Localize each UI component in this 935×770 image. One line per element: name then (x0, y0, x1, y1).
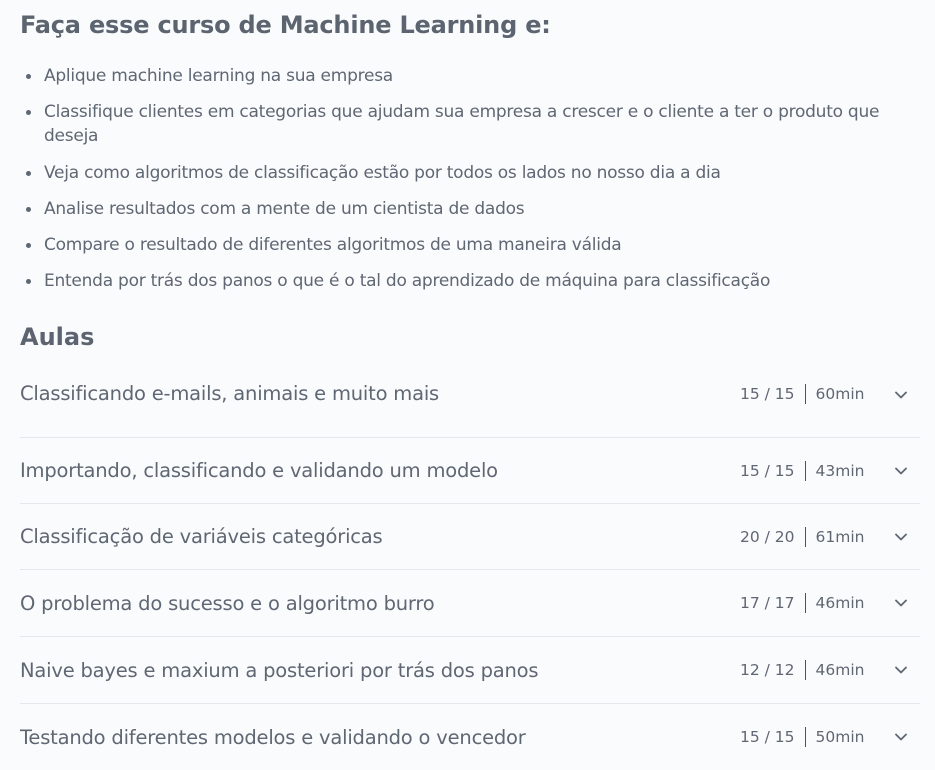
lesson-meta: 15 / 15 43min (740, 460, 865, 481)
chevron-down-icon[interactable] (894, 464, 908, 478)
chevron-down-icon[interactable] (894, 730, 908, 744)
meta-separator (804, 727, 806, 747)
benefit-item: Compare o resultado de diferentes algori… (24, 233, 894, 257)
chevron-down-icon[interactable] (894, 663, 908, 677)
lesson-duration: 61min (815, 527, 865, 546)
lesson-progress: 15 / 15 (740, 728, 795, 746)
lesson-meta: 15 / 15 50min (740, 727, 864, 747)
lesson-row[interactable]: O problema do sucesso e o algoritmo burr… (20, 570, 920, 637)
lesson-row[interactable]: Classificação de variáveis categóricas 2… (20, 504, 920, 570)
meta-separator (804, 526, 806, 547)
lesson-duration: 46min (815, 594, 865, 612)
benefit-item: Entenda por trás dos panos o que é o tal… (24, 269, 894, 293)
lesson-duration: 60min (815, 385, 865, 403)
lesson-progress: 12 / 12 (740, 661, 795, 679)
course-benefits-list: Aplique machine learning na sua empresa … (24, 64, 894, 306)
lesson-duration: 50min (815, 728, 865, 746)
lesson-row[interactable]: Classificando e-mails, animais e muito m… (20, 371, 920, 438)
lesson-progress: 15 / 15 (740, 385, 795, 403)
lesson-progress: 20 / 20 (740, 527, 795, 546)
course-details-page: Faça esse curso de Machine Learning e: A… (0, 0, 935, 764)
chevron-down-icon[interactable] (894, 596, 908, 610)
meta-separator (804, 593, 806, 613)
benefit-item: Analise resultados com a mente de um cie… (24, 197, 894, 221)
benefit-item: Aplique machine learning na sua empresa (24, 64, 894, 88)
lesson-duration: 46min (815, 661, 865, 679)
lesson-progress: 17 / 17 (740, 594, 795, 612)
lesson-row[interactable]: Importando, classificando e validando um… (20, 438, 920, 504)
course-benefits-heading: Faça esse curso de Machine Learning e: (20, 11, 551, 39)
meta-separator (804, 384, 806, 404)
lesson-meta: 20 / 20 61min (740, 526, 865, 547)
benefit-item: Classifique clientes em categorias que a… (24, 100, 894, 148)
benefit-item: Veja como algoritmos de classificação es… (24, 161, 894, 185)
lessons-list: Classificando e-mails, animais e muito m… (20, 371, 920, 770)
meta-separator (804, 460, 806, 481)
lesson-meta: 17 / 17 46min (740, 593, 864, 613)
meta-separator (804, 660, 806, 680)
lesson-duration: 43min (815, 461, 865, 480)
lessons-heading: Aulas (20, 323, 95, 351)
lesson-progress: 15 / 15 (740, 461, 795, 480)
lesson-meta: 15 / 15 60min (740, 384, 864, 404)
lesson-meta: 12 / 12 46min (740, 660, 864, 680)
lesson-row[interactable]: Naive bayes e maxium a posteriori por tr… (20, 637, 920, 704)
lesson-row[interactable]: Testando diferentes modelos e validando … (20, 704, 920, 770)
chevron-down-icon[interactable] (894, 388, 908, 402)
chevron-down-icon[interactable] (894, 530, 908, 544)
